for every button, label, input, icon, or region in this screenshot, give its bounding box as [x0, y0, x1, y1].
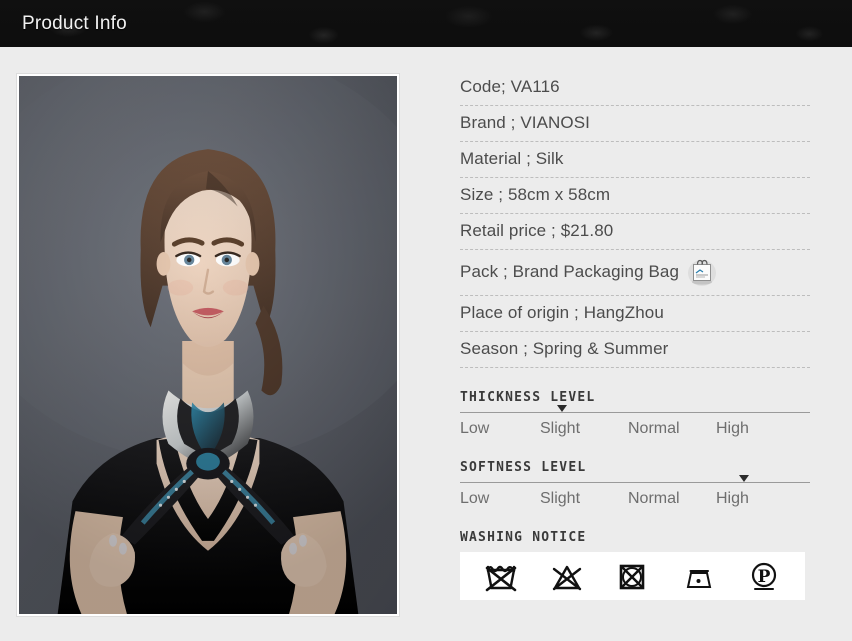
softness-level-marker — [738, 475, 749, 482]
dry-clean-petroleum-icon: P — [744, 558, 784, 594]
do-not-wash-icon — [481, 558, 521, 594]
thickness-level-title: THICKNESS LEVEL — [460, 390, 596, 405]
product-photo — [19, 76, 397, 614]
product-info-page: Product Info Code; VA116 Brand ; VIANOSI… — [0, 0, 852, 641]
softness-level-title: SOFTNESS LEVEL — [460, 460, 587, 475]
washing-notice-panel: P — [460, 552, 805, 600]
spec-text: Retail price ; $21.80 — [460, 221, 614, 240]
thickness-level-line — [460, 405, 810, 413]
spec-row-season: Season ; Spring & Summer — [460, 332, 810, 368]
model-illustration — [19, 76, 397, 614]
iron-low-temperature-icon — [678, 558, 718, 594]
thickness-level-scale: Low Slight Normal High — [460, 405, 810, 438]
washing-notice-section: WASHING NOTICE P — [460, 530, 810, 600]
page-title: Product Info — [22, 12, 127, 34]
spec-row-retail-price: Retail price ; $21.80 — [460, 214, 810, 250]
thickness-level-options: Low Slight Normal High — [460, 413, 810, 438]
spec-text: Brand ; VIANOSI — [460, 113, 590, 132]
do-not-tumble-dry-icon — [612, 558, 652, 594]
product-details: Code; VA116 Brand ; VIANOSI Material ; S… — [460, 70, 810, 600]
packaging-bag-icon — [687, 257, 717, 287]
spec-text: Place of origin ; HangZhou — [460, 303, 664, 322]
softness-option-slight[interactable]: Slight — [540, 490, 628, 508]
spec-row-place-of-origin: Place of origin ; HangZhou — [460, 296, 810, 332]
spec-text: Code; VA116 — [460, 77, 560, 96]
thickness-option-slight[interactable]: Slight — [540, 420, 628, 438]
svg-text:P: P — [758, 567, 771, 587]
softness-option-high[interactable]: High — [716, 490, 796, 508]
thickness-level-marker — [556, 405, 567, 412]
softness-option-normal[interactable]: Normal — [628, 490, 716, 508]
washing-notice-title: WASHING NOTICE — [460, 530, 587, 545]
thickness-option-high[interactable]: High — [716, 420, 796, 438]
thickness-option-normal[interactable]: Normal — [628, 420, 716, 438]
softness-level-section: SOFTNESS LEVEL Low Slight Normal High — [460, 460, 810, 508]
softness-option-low[interactable]: Low — [460, 490, 540, 508]
product-photo-frame — [16, 73, 400, 617]
spec-text: Material ; Silk — [460, 149, 564, 168]
spec-row-pack: Pack ; Brand Packaging Bag — [460, 250, 810, 296]
spec-text: Size ; 58cm x 58cm — [460, 185, 611, 204]
thickness-level-section: THICKNESS LEVEL Low Slight Normal High — [460, 390, 810, 438]
spec-row-material: Material ; Silk — [460, 142, 810, 178]
spec-row-code: Code; VA116 — [460, 70, 810, 106]
spec-text: Season ; Spring & Summer — [460, 339, 669, 358]
softness-level-scale: Low Slight Normal High — [460, 475, 810, 508]
thickness-option-low[interactable]: Low — [460, 420, 540, 438]
softness-level-options: Low Slight Normal High — [460, 483, 810, 508]
spec-text: Pack ; Brand Packaging Bag — [460, 262, 680, 281]
do-not-bleach-icon — [547, 558, 587, 594]
spec-row-size: Size ; 58cm x 58cm — [460, 178, 810, 214]
spec-row-brand: Brand ; VIANOSI — [460, 106, 810, 142]
softness-level-line — [460, 475, 810, 483]
page-header: Product Info — [0, 0, 852, 47]
